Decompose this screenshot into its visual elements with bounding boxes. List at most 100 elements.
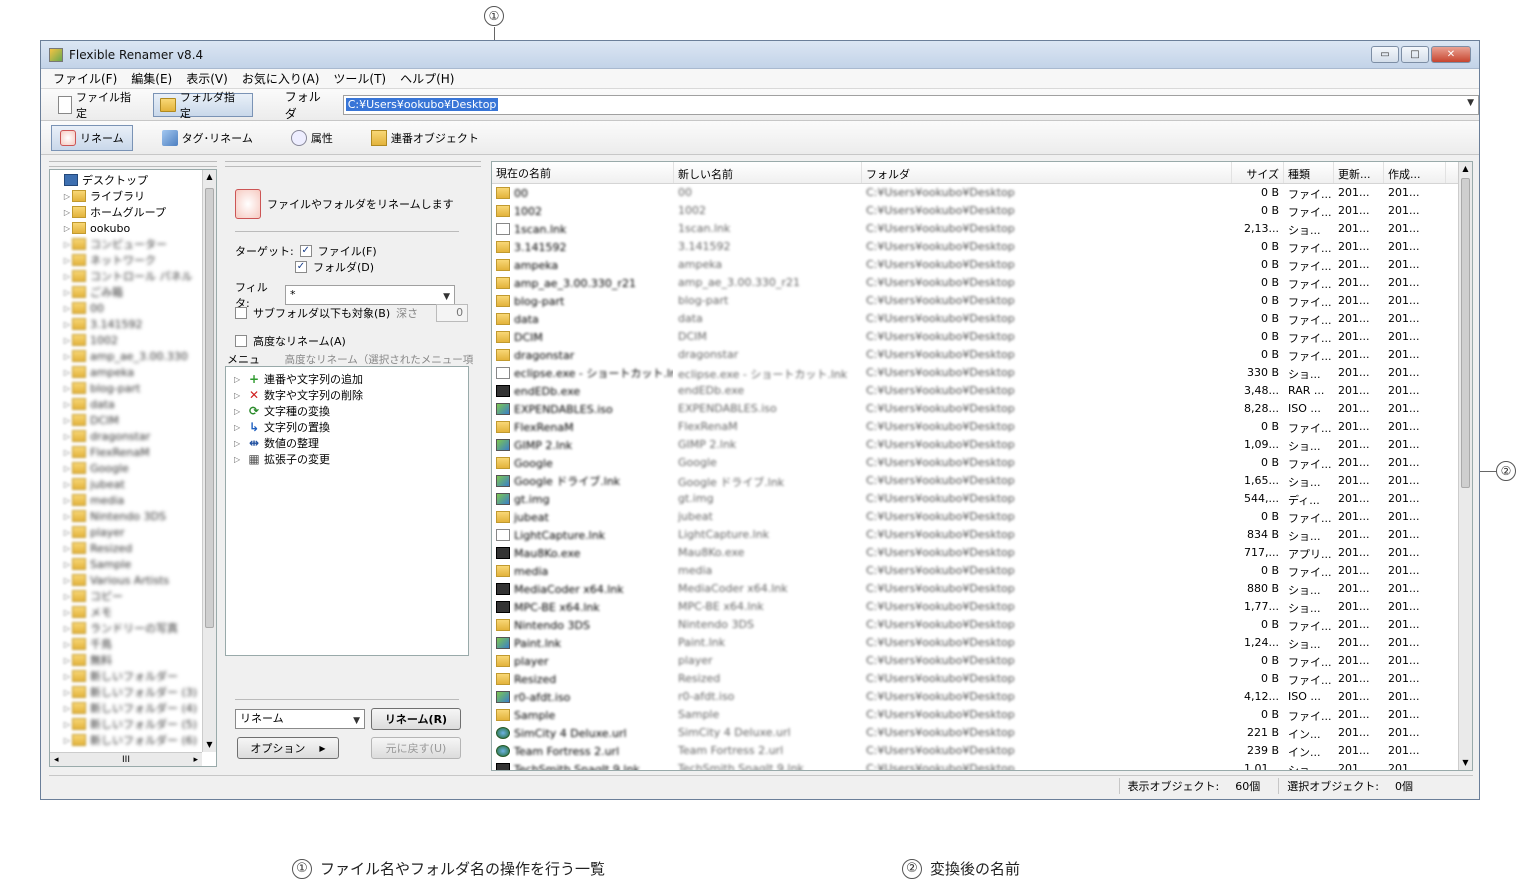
expand-triangle-icon[interactable]: ▷ — [62, 288, 72, 297]
tree-item[interactable]: ▷ 新しいフォルダー (3) — [54, 684, 200, 700]
table-row[interactable]: media media C:¥Users¥ookubo¥Desktop 0 B ファイ.… — [492, 562, 1472, 580]
expand-triangle-icon[interactable]: ▷ — [62, 736, 72, 745]
table-row[interactable]: Mau8Ko.exe Mau8Ko.exe C:¥Users¥ookubo¥Desk… — [492, 544, 1472, 562]
table-row[interactable]: EXPENDABLES.iso EXPENDABLES.iso C:¥Users¥o… — [492, 400, 1472, 418]
tree-item[interactable]: ▷ 新しいフォルダー — [54, 668, 200, 684]
expand-triangle-icon[interactable]: ▷ — [234, 375, 244, 384]
table-row[interactable]: 1scan.lnk 1scan.lnk C:¥Users¥ookubo¥Deskto… — [492, 220, 1472, 238]
expand-triangle-icon[interactable]: ▷ — [62, 320, 72, 329]
expand-triangle-icon[interactable]: ▷ — [62, 224, 72, 233]
table-row[interactable]: blog-part blog-part C:¥Users¥ookubo¥Deskto… — [492, 292, 1472, 310]
tree-item[interactable]: ▷ 新しいフォルダー (4) — [54, 700, 200, 716]
scroll-up-icon[interactable]: ▲ — [1459, 162, 1472, 176]
tree-item[interactable]: ▷ コントロール パネル — [54, 268, 200, 284]
tree-item[interactable]: ▷ dragonstar — [54, 428, 200, 444]
tree-item[interactable]: ▷ ライブラリ — [54, 188, 200, 204]
folder-path-combobox[interactable]: C:¥Users¥ookubo¥Desktop ▼ — [342, 94, 1479, 115]
expand-triangle-icon[interactable]: ▷ — [62, 400, 72, 409]
menu-edit[interactable]: 編集(E) — [131, 70, 172, 87]
expand-triangle-icon[interactable]: ▷ — [62, 208, 72, 217]
rename-operation-item[interactable]: ▷ ⇹ 数値の整理 — [234, 435, 460, 451]
table-row[interactable]: Resized Resized C:¥Users¥ookubo¥Desktop 0 B… — [492, 670, 1472, 688]
advanced-rename-label[interactable]: 高度なリネーム(A) — [253, 333, 346, 349]
scroll-down-icon[interactable]: ▼ — [1459, 756, 1472, 770]
table-row[interactable]: 3.141592 3.141592 C:¥Users¥ookubo¥Desktop 0… — [492, 238, 1472, 256]
table-row[interactable]: amp_ae_3.00.330_r21 amp_ae_3.00.330_r21 C:… — [492, 274, 1472, 292]
expand-triangle-icon[interactable]: ▷ — [62, 672, 72, 681]
table-row[interactable]: GIMP 2.lnk GIMP 2.lnk C:¥Users¥ookubo¥Desk… — [492, 436, 1472, 454]
minimize-button[interactable]: ▭ — [1371, 46, 1399, 63]
column-new-name[interactable]: 新しい名前 — [674, 162, 862, 183]
column-created[interactable]: 作成... — [1384, 162, 1446, 183]
expand-triangle-icon[interactable]: ▷ — [234, 407, 244, 416]
expand-triangle-icon[interactable]: ▷ — [62, 368, 72, 377]
tree-item[interactable]: ▷ blog-part — [54, 380, 200, 396]
tree-item[interactable]: ▷ player — [54, 524, 200, 540]
tree-item[interactable]: ▷ DCIM — [54, 412, 200, 428]
tag-rename-tab-button[interactable]: タグ･リネーム — [153, 125, 262, 151]
table-row[interactable]: player player C:¥Users¥ookubo¥Desktop 0 B ファ… — [492, 652, 1472, 670]
table-row[interactable]: Sample Sample C:¥Users¥ookubo¥Desktop 0 B ファ… — [492, 706, 1472, 724]
target-file-checkbox[interactable]: ✓ — [299, 245, 312, 257]
expand-triangle-icon[interactable]: ▷ — [62, 704, 72, 713]
rename-operation-item[interactable]: ▷ ↳ 文字列の置換 — [234, 419, 460, 435]
expand-triangle-icon[interactable]: ▷ — [62, 272, 72, 281]
tree-item[interactable]: ▷ data — [54, 396, 200, 412]
expand-triangle-icon[interactable]: ▷ — [62, 496, 72, 505]
table-row[interactable]: dragonstar dragonstar C:¥Users¥ookubo¥Desk… — [492, 346, 1472, 364]
expand-triangle-icon[interactable]: ▷ — [62, 464, 72, 473]
table-row[interactable]: 00 00 C:¥Users¥ookubo¥Desktop 0 B ファイ... 201.… — [492, 184, 1472, 202]
tree-item[interactable]: ▷ ランドリーの写真 — [54, 620, 200, 636]
expand-triangle-icon[interactable]: ▷ — [62, 576, 72, 585]
advanced-rename-checkbox[interactable] — [235, 335, 247, 347]
depth-input[interactable]: 0 — [436, 304, 469, 322]
tree-item[interactable]: ▷ コピー — [54, 588, 200, 604]
table-row[interactable]: MediaCoder x64.lnk MediaCoder x64.lnk C:¥U… — [492, 580, 1472, 598]
expand-triangle-icon[interactable]: ▷ — [62, 416, 72, 425]
expand-triangle-icon[interactable]: ▷ — [62, 560, 72, 569]
tree-item[interactable]: ▷ Google — [54, 460, 200, 476]
table-row[interactable]: jubeat jubeat C:¥Users¥ookubo¥Desktop 0 B ファ… — [492, 508, 1472, 526]
tree-item[interactable]: ▷ ネットワーク — [54, 252, 200, 268]
tree-item[interactable]: ▷ Nintendo 3DS — [54, 508, 200, 524]
column-folder[interactable]: フォルダ — [862, 162, 1232, 183]
rename-tab-button[interactable]: リネーム — [51, 124, 133, 151]
subfolders-label[interactable]: サブフォルダ以下も対象(B) — [253, 305, 390, 321]
table-row[interactable]: Paint.lnk Paint.lnk C:¥Users¥ookubo¥Deskto… — [492, 634, 1472, 652]
expand-triangle-icon[interactable]: ▷ — [62, 448, 72, 457]
rename-execute-button[interactable]: リネーム(R) — [371, 708, 461, 730]
rename-operation-item[interactable]: ▷ ✕ 数字や文字列の削除 — [234, 387, 460, 403]
column-size[interactable]: サイズ — [1232, 162, 1284, 183]
tree-vertical-scrollbar[interactable]: ▲ ▼ — [202, 170, 216, 752]
column-updated[interactable]: 更新... — [1334, 162, 1384, 183]
folder-mode-button[interactable]: フォルダ指定 — [152, 91, 253, 120]
rename-operation-item[interactable]: ▷ + 連番や文字列の追加 — [234, 371, 460, 387]
target-file-label[interactable]: ファイル(F) — [318, 243, 377, 259]
chevron-down-icon[interactable]: ▼ — [1467, 98, 1474, 108]
tree-item[interactable]: ▷ コンピューター — [54, 236, 200, 252]
tree-item[interactable]: ▷ メモ — [54, 604, 200, 620]
tree-item[interactable]: ▷ media — [54, 492, 200, 508]
table-row[interactable]: FlexRenaM FlexRenaM C:¥Users¥ookubo¥Deskto… — [492, 418, 1472, 436]
column-current-name[interactable]: 現在の名前 — [492, 162, 674, 183]
table-row[interactable]: eclipse.exe - ショートカット.lnk eclipse.exe - シ… — [492, 364, 1472, 382]
title-bar[interactable]: Flexible Renamer v8.4 ▭ □ ✕ — [41, 41, 1479, 69]
rename-operation-item[interactable]: ▷ ⟳ 文字種の変換 — [234, 403, 460, 419]
table-row[interactable]: SimCity 4 Deluxe.url SimCity 4 Deluxe.url… — [492, 724, 1472, 742]
expand-triangle-icon[interactable]: ▷ — [62, 240, 72, 249]
tree-item[interactable]: ▷ Various Artists — [54, 572, 200, 588]
options-button[interactable]: オプション ▶ — [237, 737, 339, 759]
expand-triangle-icon[interactable]: ▷ — [234, 439, 244, 448]
scroll-right-icon[interactable]: ▸ — [193, 755, 198, 765]
rename-operation-item[interactable]: ▷ ▦ 拡張子の変更 — [234, 451, 460, 467]
expand-triangle-icon[interactable]: ▷ — [62, 432, 72, 441]
expand-triangle-icon[interactable]: ▷ — [62, 608, 72, 617]
filter-combobox[interactable]: * ▼ — [285, 285, 455, 305]
close-button[interactable]: ✕ — [1431, 46, 1471, 63]
chevron-down-icon[interactable]: ▼ — [353, 712, 360, 730]
table-row[interactable]: data data C:¥Users¥ookubo¥Desktop 0 B ファイ...… — [492, 310, 1472, 328]
table-row[interactable]: ampeka ampeka C:¥Users¥ookubo¥Desktop 0 B ファ… — [492, 256, 1472, 274]
expand-triangle-icon[interactable]: ▷ — [62, 640, 72, 649]
menu-favorites[interactable]: お気に入り(A) — [242, 70, 320, 87]
tree-item[interactable]: ▷ 無料 — [54, 652, 200, 668]
